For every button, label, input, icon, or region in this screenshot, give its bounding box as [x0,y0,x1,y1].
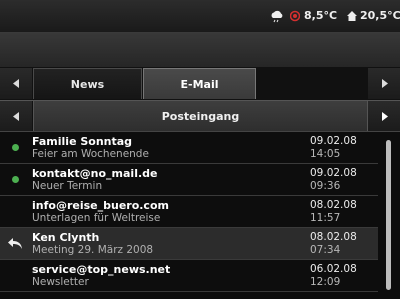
title-bar [0,33,400,68]
email-time: 09:36 [310,180,341,192]
email-row[interactable]: Familie Sonntag Feier am Wochenende 09.0… [0,132,378,164]
folder-bar: Posteingang [0,101,400,132]
reply-icon [8,238,22,249]
email-sender: Familie Sonntag [32,135,133,148]
unread-indicator-icon [12,144,19,151]
arrow-right-icon [381,111,388,121]
email-time: 14:05 [310,148,341,160]
email-date: 09.02.08 [310,167,357,179]
email-sender: kontakt@no_mail.de [32,167,158,180]
folder-prev-button[interactable] [0,101,32,131]
tab-email-label: E-Mail [180,77,219,91]
tab-news[interactable]: News [33,68,142,99]
tab-bar: News E-Mail [0,68,400,101]
email-row[interactable]: info@reise_buero.com Unterlagen für Welt… [0,196,378,228]
email-date: 08.02.08 [310,199,357,211]
tab-email[interactable]: E-Mail [143,68,256,99]
email-subject: Newsletter [32,276,89,288]
indoor-temperature: 20,5°C [360,9,400,22]
email-sender: service@top_news.net [32,263,171,276]
folder-selector[interactable]: Posteingang [33,101,368,131]
thermometer-icon [290,10,300,22]
unread-indicator-icon [12,176,19,183]
email-subject: Feier am Wochenende [32,148,149,160]
outdoor-temperature: 8,5°C [304,9,338,22]
email-time: 11:57 [310,212,341,224]
email-subject: Meeting 29. März 2008 [32,244,154,256]
arrow-left-icon [12,79,19,88]
arrow-right-icon [381,79,388,88]
email-date: 09.02.08 [310,135,357,147]
email-date: 08.02.08 [310,231,357,243]
email-time: 12:09 [310,276,341,288]
email-row[interactable]: kontakt@no_mail.de Neuer Termin 09.02.08… [0,164,378,196]
weather-cloud-icon [271,10,283,23]
email-row[interactable]: Ken Clynth Meeting 29. März 2008 08.02.0… [0,228,378,260]
email-list: Familie Sonntag Feier am Wochenende 09.0… [0,132,380,299]
email-row[interactable]: service@top_news.net Newsletter 06.02.08… [0,260,378,292]
email-time: 07:34 [310,244,341,256]
email-sender: Ken Clynth [32,231,100,244]
arrow-left-icon [12,111,19,121]
tabs-prev-button[interactable] [0,68,32,99]
tabs-next-button[interactable] [368,68,400,99]
email-subject: Neuer Termin [32,180,103,192]
scrollbar[interactable] [386,140,391,290]
home-icon [347,11,357,21]
status-bar: 8,5°C 20,5°C [0,0,400,33]
email-date: 06.02.08 [310,263,357,275]
email-sender: info@reise_buero.com [32,199,169,212]
tab-news-label: News [70,77,105,91]
email-subject: Unterlagen für Weltreise [32,212,161,224]
folder-next-button[interactable] [368,101,400,131]
folder-label: Posteingang [161,109,240,123]
